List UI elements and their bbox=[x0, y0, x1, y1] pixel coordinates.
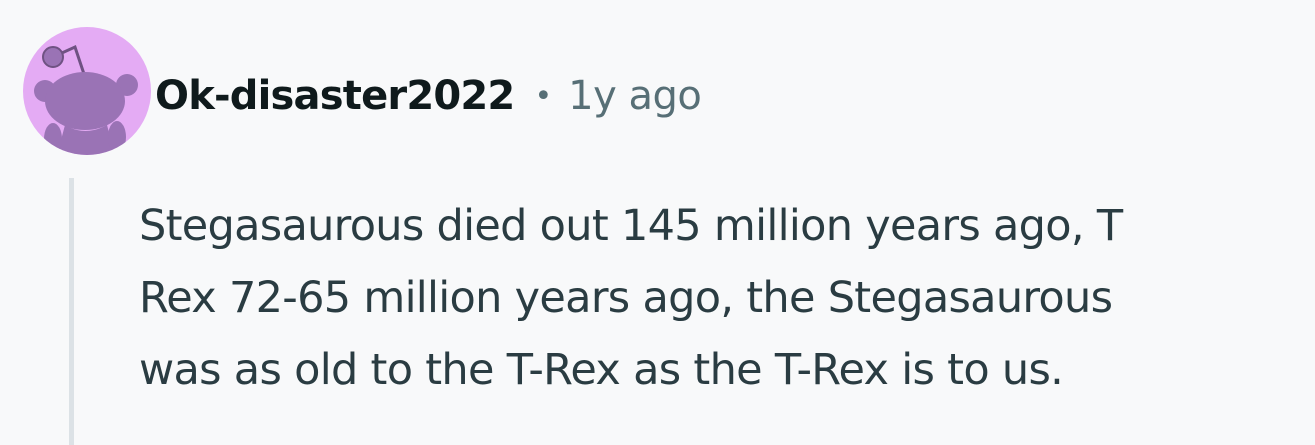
timestamp-link[interactable]: 1y ago bbox=[568, 73, 702, 119]
comment-body-line: Rex 72-65 million years ago, the Stegasa… bbox=[139, 273, 1113, 323]
comment: Ok-disaster2022 • 1y ago Stegasaurous di… bbox=[0, 0, 1315, 445]
username-link[interactable]: Ok-disaster2022 bbox=[155, 73, 515, 119]
avatar[interactable] bbox=[23, 27, 151, 155]
reddit-snoo-avatar-icon bbox=[34, 44, 138, 155]
comment-header: Ok-disaster2022 • 1y ago bbox=[155, 66, 702, 126]
comment-body-line: was as old to the T-Rex as the T-Rex is … bbox=[139, 345, 1064, 395]
comment-body-line: Stegasaurous died out 145 million years … bbox=[139, 201, 1123, 251]
thread-collapse-line[interactable] bbox=[69, 178, 74, 445]
comment-body: Stegasaurous died out 145 million years … bbox=[139, 190, 1299, 406]
separator-dot: • bbox=[534, 78, 553, 114]
